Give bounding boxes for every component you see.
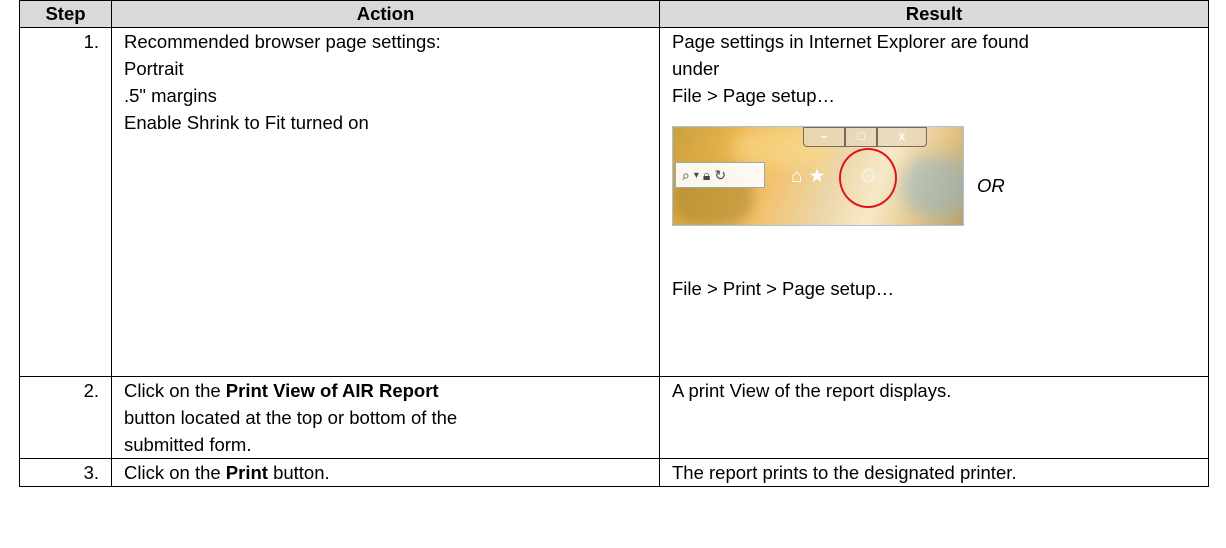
maximize-icon: □ bbox=[845, 127, 877, 147]
home-icon: ⌂ bbox=[791, 166, 803, 187]
step-number: 2. bbox=[19, 376, 112, 459]
header-step: Step bbox=[19, 0, 112, 28]
action-line: Enable Shrink to Fit turned on bbox=[124, 112, 369, 133]
result-cell: A print View of the report displays. bbox=[659, 376, 1209, 459]
window-buttons: – □ x bbox=[803, 127, 953, 147]
action-line: .5" margins bbox=[124, 85, 217, 106]
ie-screenshot-container: – □ x ⌕ ▾ 🔒︎ ↻ ⌂ ★ ⚙ OR bbox=[672, 126, 1196, 226]
action-cell: Click on the Print View of AIR Report bu… bbox=[111, 376, 660, 459]
ie-toolbar-screenshot: – □ x ⌕ ▾ 🔒︎ ↻ ⌂ ★ ⚙ bbox=[672, 126, 964, 226]
action-line: button located at the top or bottom of t… bbox=[124, 407, 458, 428]
action-line: submitted form. bbox=[124, 434, 252, 455]
result-line: File > Print > Page setup… bbox=[672, 278, 895, 299]
result-line: A print View of the report displays. bbox=[672, 380, 952, 401]
action-line: Recommended browser page settings: bbox=[124, 31, 441, 52]
result-cell: The report prints to the designated prin… bbox=[659, 458, 1209, 487]
table-row: 3. Click on the Print button. The report… bbox=[19, 458, 1209, 487]
table-row: 2. Click on the Print View of AIR Report… bbox=[19, 376, 1209, 459]
result-line: Page settings in Internet Explorer are f… bbox=[672, 31, 1029, 52]
steps-table: Step Action Result 1. Recommended browse… bbox=[19, 0, 1209, 487]
address-bar: ⌕ ▾ 🔒︎ ↻ bbox=[675, 162, 765, 188]
star-icon: ★ bbox=[808, 166, 826, 187]
action-cell: Click on the Print button. bbox=[111, 458, 660, 487]
result-line: File > Page setup… bbox=[672, 85, 835, 106]
table-row: 1. Recommended browser page settings: Po… bbox=[19, 27, 1209, 377]
search-icon: ⌕ bbox=[682, 166, 690, 183]
step-number: 3. bbox=[19, 458, 112, 487]
highlight-circle bbox=[839, 148, 897, 208]
refresh-icon: ↻ bbox=[714, 166, 727, 183]
action-text: Click on the bbox=[124, 462, 226, 483]
action-line: Portrait bbox=[124, 58, 184, 79]
result-line: under bbox=[672, 58, 720, 79]
result-line: The report prints to the designated prin… bbox=[672, 462, 1017, 483]
lock-icon: 🔒︎ bbox=[702, 166, 711, 183]
dropdown-icon: ▾ bbox=[693, 169, 699, 181]
action-cell: Recommended browser page settings: Portr… bbox=[111, 27, 660, 377]
or-label: OR bbox=[977, 175, 1005, 196]
action-line: Click on the Print button. bbox=[124, 459, 647, 486]
header-row: Step Action Result bbox=[19, 0, 1209, 28]
header-result: Result bbox=[659, 0, 1209, 28]
action-text: button. bbox=[267, 462, 330, 483]
action-text: Click on the bbox=[124, 380, 226, 401]
minimize-icon: – bbox=[803, 127, 845, 147]
toolbar-icons: ⌂ ★ bbox=[791, 163, 826, 190]
header-action: Action bbox=[111, 0, 660, 28]
close-icon: x bbox=[877, 127, 927, 147]
result-cell: Page settings in Internet Explorer are f… bbox=[659, 27, 1209, 377]
action-line: Click on the Print View of AIR Report bbox=[124, 377, 647, 404]
step-number: 1. bbox=[19, 27, 112, 377]
button-name: Print View of AIR Report bbox=[225, 380, 439, 401]
button-name: Print bbox=[225, 462, 268, 483]
